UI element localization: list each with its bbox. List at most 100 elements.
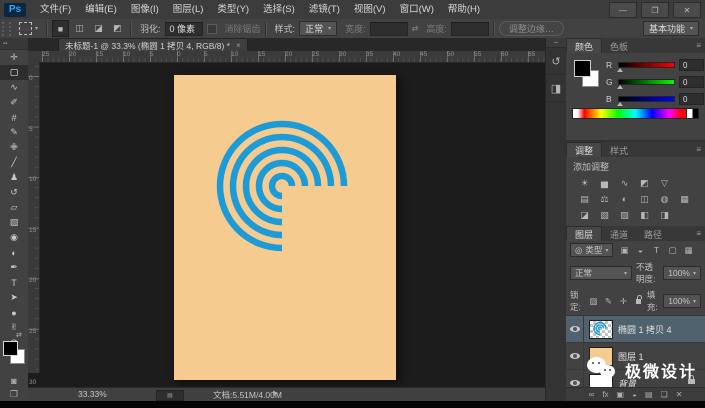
menu-item[interactable]: 编辑(E) [78,0,124,19]
rectangular-marquee-tool[interactable]: ▢ [0,65,28,80]
document-size-info[interactable]: 文档:5.51M/4.00M [213,389,282,401]
refine-edge-button[interactable]: 调整边缘… [498,21,564,36]
filter-kind-select[interactable]: ◎ 类型 ▾ [570,243,614,257]
tools-collapse-icon[interactable]: ▪▪ [0,38,28,50]
panel-menu-icon[interactable]: ≡ [696,229,701,238]
layer-thumbnail[interactable] [589,319,613,339]
eye-icon[interactable] [569,353,580,359]
antialias-checkbox[interactable] [206,23,217,34]
channel-slider[interactable] [617,62,675,72]
eyedropper-tool[interactable]: ✎ [0,125,28,140]
eye-icon[interactable] [569,380,580,386]
tool-preset-picker[interactable]: ▾ [15,22,42,35]
layer-effects-icon[interactable]: fx [602,390,608,399]
screen-mode-button[interactable]: ❐ [0,388,28,401]
new-selection-icon[interactable]: ■ [52,20,70,37]
clone-stamp-tool[interactable]: ♟ [0,170,28,185]
brush-tool[interactable]: ╱ [0,155,28,170]
delete-layer-icon[interactable]: ✕ [676,390,683,399]
eraser-tool[interactable]: ▱ [0,200,28,215]
lock-transparency-icon[interactable]: ▨ [586,296,600,307]
eye-icon[interactable] [569,326,580,332]
filter-smart-objects-icon[interactable]: ▦ [681,245,695,256]
lasso-tool[interactable]: ∿ [0,80,28,95]
menu-item[interactable]: 类型(Y) [210,0,256,19]
foreground-color-swatch[interactable] [3,341,18,356]
color-spectrum-ramp[interactable] [572,108,687,119]
doc-size-icon[interactable]: ▤ [156,390,184,401]
black-white-icon[interactable]: ◐ [616,192,633,206]
channel-slider[interactable] [617,96,675,106]
tab-调整[interactable]: 调整 [566,142,603,157]
exposure-icon[interactable]: ◩ [636,176,653,190]
tab-通道[interactable]: 通道 [602,227,637,241]
filter-shape-layers-icon[interactable]: ▢ [665,245,679,256]
photo-filter-icon[interactable]: ◫ [636,192,653,206]
crop-tool[interactable]: # [0,110,28,125]
threshold-icon[interactable]: ▨ [616,208,633,222]
channel-value-field[interactable]: 0 [679,76,704,88]
channel-value-field[interactable]: 0 [679,93,704,105]
slider-thumb-icon[interactable] [617,68,623,72]
menu-item[interactable]: 滤镜(T) [302,0,347,19]
tab-图层[interactable]: 图层 [566,226,603,241]
close-button[interactable]: ✕ [673,2,701,18]
menu-item[interactable]: 帮助(H) [441,0,487,19]
brightness-contrast-icon[interactable]: ☀ [576,176,593,190]
lock-pixels-icon[interactable]: ✎ [601,296,615,307]
tab-色板[interactable]: 色板 [602,39,637,53]
visibility-cell[interactable] [566,316,584,342]
status-flyout-icon[interactable]: ▶ [273,389,278,397]
path-selection-tool[interactable]: ➤ [0,290,28,305]
link-layers-icon[interactable]: ∞ [589,390,595,399]
foreground-color-swatch[interactable] [574,60,591,77]
filter-adjustment-layers-icon[interactable]: ◒ [633,245,647,256]
height-input[interactable] [450,21,489,36]
panel-menu-icon[interactable]: ≡ [696,145,701,154]
color-lookup-icon[interactable]: ▦ [676,192,693,206]
curves-icon[interactable]: ∿ [616,176,633,190]
lock-all-icon[interactable] [636,294,644,304]
close-tab-icon[interactable]: × [236,41,241,50]
dodge-tool[interactable]: ◐ [0,245,28,260]
menu-item[interactable]: 视图(V) [347,0,393,19]
feather-input[interactable]: 0 像素 [164,21,203,36]
maximize-button[interactable]: ❐ [641,2,669,18]
swap-dimensions-icon[interactable]: ⇄ [412,24,419,33]
new-group-icon[interactable]: ▤ [645,390,653,399]
pen-tool[interactable]: ✒ [0,260,28,275]
layer-row[interactable]: 椭圆 1 拷贝 4 [566,316,705,343]
vibrance-icon[interactable]: ▽ [656,176,673,190]
ellipse-shape-tool[interactable]: ● [0,305,28,320]
posterize-icon[interactable]: ▧ [596,208,613,222]
quick-selection-tool[interactable]: ✐ [0,95,28,110]
type-tool[interactable]: T [0,275,28,290]
blend-mode-select[interactable]: 正常 ▾ [570,266,632,280]
invert-icon[interactable]: ◪ [576,208,593,222]
new-adjustment-layer-icon[interactable]: ◒ [632,390,637,399]
gradient-map-icon[interactable]: ◧ [636,208,653,222]
document-tab[interactable]: 未标题-1 @ 33.3% (椭圆 1 拷贝 4, RGB/8) * × [58,38,248,52]
history-brush-tool[interactable]: ↺ [0,185,28,200]
style-select[interactable]: 正常 ▾ [299,21,338,36]
channel-mixer-icon[interactable]: ◍ [656,192,673,206]
menu-item[interactable]: 选择(S) [256,0,302,19]
options-grip[interactable] [2,21,11,36]
slider-thumb-icon[interactable] [617,85,623,89]
move-tool[interactable]: ✛ [0,50,28,65]
intersect-selection-icon[interactable]: ◩ [109,20,126,37]
slider-thumb-icon[interactable] [617,102,623,106]
blur-tool[interactable]: ◉ [0,230,28,245]
filter-type-layers-icon[interactable]: T [649,245,663,256]
canvas-area[interactable]: 25 20 15 10 5 0 5 10 15 20 25 30 35 40 45 50 55 60 65 0 5 10… [28,51,545,387]
minimize-button[interactable]: — [609,2,637,18]
zoom-level-field[interactable]: 33.33% [78,389,107,399]
history-panel-icon[interactable]: ↺ [546,48,566,75]
tab-路径[interactable]: 路径 [636,227,671,241]
lock-position-icon[interactable]: ✛ [616,296,630,307]
spectrum-end-swatches[interactable] [686,108,699,119]
channel-value-field[interactable]: 0 [679,59,704,71]
levels-icon[interactable]: ▅ [596,176,613,190]
fill-field[interactable]: 100% ▾ [663,294,701,308]
menu-item[interactable]: 图像(I) [124,0,166,19]
